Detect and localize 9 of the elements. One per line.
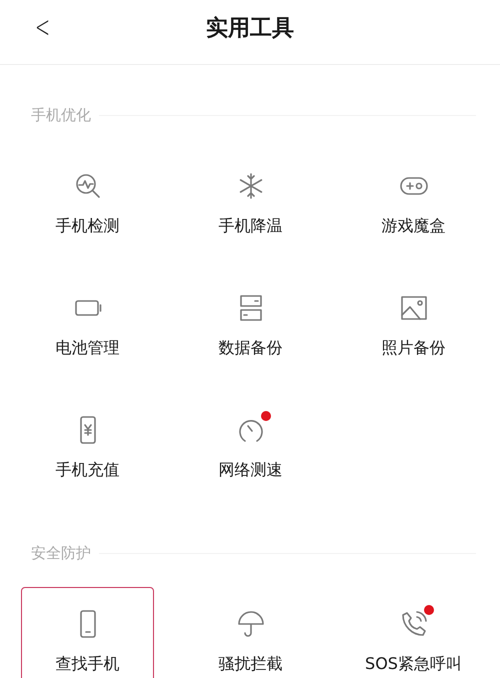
- image-icon: [398, 293, 428, 323]
- tool-button[interactable]: 查找手机: [21, 587, 154, 678]
- back-button[interactable]: <: [31, 10, 54, 45]
- umbrella-icon: [236, 609, 266, 639]
- section-title: 安全防护: [31, 544, 91, 562]
- tool-button[interactable]: 骚扰拦截: [184, 587, 317, 678]
- page-title: 实用工具: [206, 15, 294, 43]
- section-title: 手机优化: [31, 106, 91, 124]
- tool-button[interactable]: SOS紧急呼叫: [347, 587, 480, 678]
